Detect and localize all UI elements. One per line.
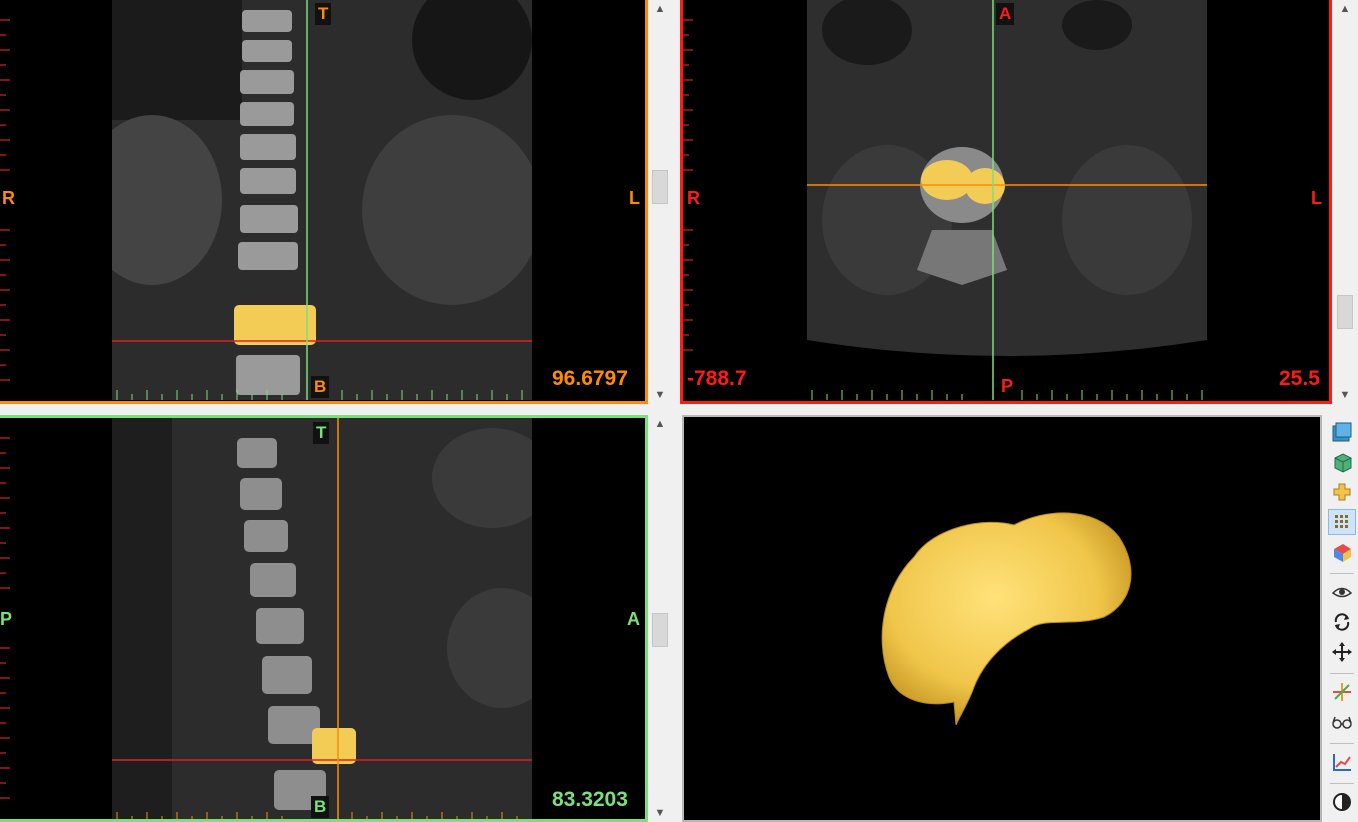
- contrast-icon[interactable]: [1328, 789, 1356, 815]
- color-cube-icon[interactable]: [1328, 539, 1356, 565]
- rotate-icon[interactable]: [1328, 609, 1356, 635]
- chart-icon[interactable]: [1328, 749, 1356, 775]
- sagittal-view[interactable]: T B P A 83.3203: [0, 415, 648, 822]
- axial-left-label: R: [687, 188, 700, 208]
- coronal-top-label: T: [315, 3, 332, 25]
- scroll-up-icon[interactable]: ▲: [1335, 0, 1355, 18]
- view-toolbar: [1326, 415, 1358, 822]
- axial-view[interactable]: A P R L -788.7 25.5: [680, 0, 1332, 404]
- sagittal-scrollbar[interactable]: ▲ ▼: [650, 415, 670, 822]
- scroll-down-icon[interactable]: ▼: [650, 386, 670, 404]
- layers-icon[interactable]: [1328, 419, 1356, 445]
- scroll-down-icon[interactable]: ▼: [1335, 386, 1355, 404]
- coronal-right-label: L: [629, 188, 640, 208]
- grid-icon[interactable]: [1328, 509, 1356, 535]
- scroll-up-icon[interactable]: ▲: [650, 0, 670, 18]
- move-icon[interactable]: [1328, 639, 1356, 665]
- sagittal-top-label: T: [313, 422, 330, 444]
- axial-value-left: -788.7: [687, 367, 747, 390]
- sagittal-right-label: A: [627, 609, 640, 629]
- coronal-view[interactable]: T B R L 96.6797: [0, 0, 648, 404]
- 3d-segmentation-model: [881, 512, 1132, 726]
- scroll-down-icon[interactable]: ▼: [650, 804, 670, 822]
- axial-ct-image: [807, 0, 1207, 400]
- axes-icon[interactable]: [1328, 679, 1356, 705]
- axial-top-label: A: [996, 3, 1015, 25]
- crosshair-cube-icon[interactable]: [1328, 479, 1356, 505]
- sagittal-bottom-label: B: [311, 796, 330, 818]
- 3d-render-view[interactable]: [682, 415, 1322, 822]
- scroll-up-icon[interactable]: ▲: [650, 415, 670, 433]
- sagittal-ct-image: [112, 418, 532, 819]
- scroll-thumb[interactable]: [1337, 295, 1353, 329]
- glasses-icon[interactable]: [1328, 709, 1356, 735]
- cube-icon[interactable]: [1328, 449, 1356, 475]
- sagittal-slice-value: 83.3203: [552, 788, 628, 811]
- eye-icon[interactable]: [1328, 579, 1356, 605]
- coronal-slice-value: 96.6797: [552, 367, 628, 390]
- axial-right-label: L: [1311, 188, 1322, 208]
- axial-scrollbar[interactable]: ▲ ▼: [1335, 0, 1355, 404]
- scroll-thumb[interactable]: [652, 170, 668, 204]
- coronal-bottom-label: B: [311, 376, 330, 398]
- coronal-ct-image: [112, 0, 532, 400]
- coronal-scrollbar[interactable]: ▲ ▼: [650, 0, 670, 404]
- sagittal-left-label: P: [0, 609, 13, 629]
- coronal-left-label: R: [2, 188, 15, 208]
- axial-bottom-label: P: [1001, 376, 1014, 396]
- scroll-thumb[interactable]: [652, 613, 668, 647]
- axial-value-right: 25.5: [1279, 367, 1320, 390]
